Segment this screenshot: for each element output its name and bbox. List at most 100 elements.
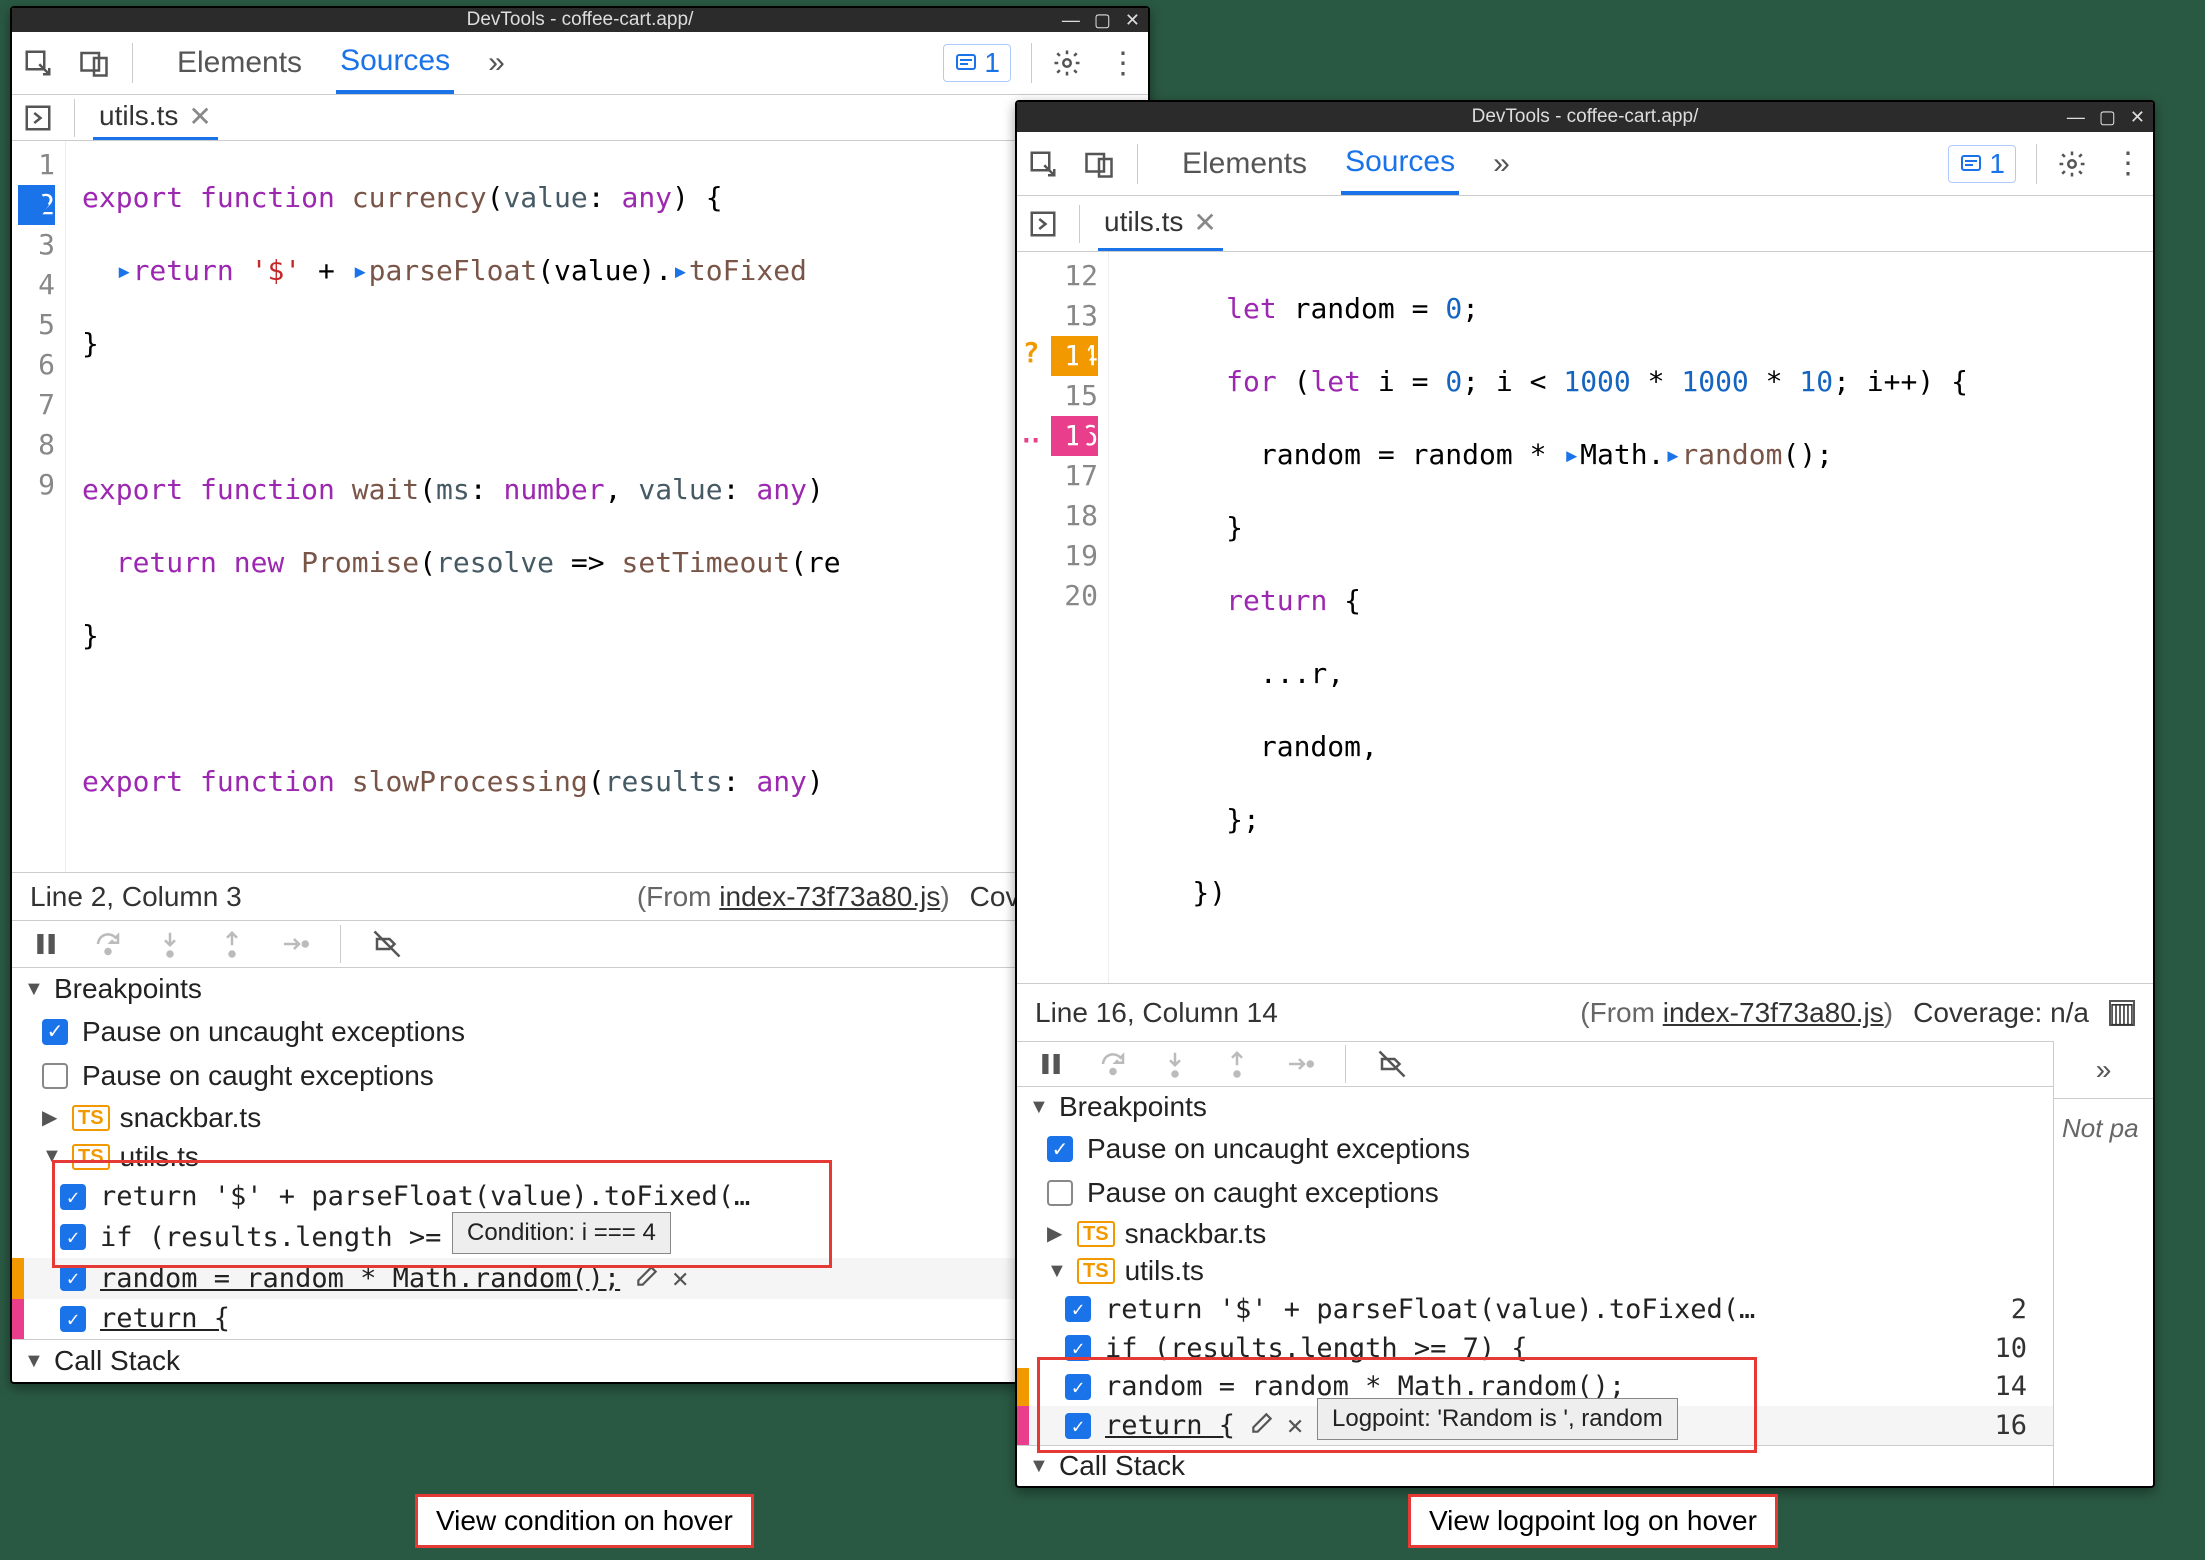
callstack-section[interactable]: ▼ Call Stack xyxy=(12,1339,1148,1382)
close-tab-icon[interactable]: ✕ xyxy=(188,100,211,133)
debugger-controls xyxy=(12,920,1148,968)
coverage-icon[interactable]: ▥ xyxy=(2109,1000,2135,1026)
minimize-icon[interactable]: — xyxy=(2067,107,2085,128)
chevron-down-icon: ▼ xyxy=(1029,1096,1049,1119)
code-area[interactable]: export function currency(value: any) { ▸… xyxy=(66,141,841,872)
breakpoint-row[interactable]: ✓ return '$' + parseFloat(value).toFixed… xyxy=(1017,1290,2053,1329)
checkbox-empty-icon[interactable]: ✓ xyxy=(1047,1180,1073,1206)
breakpoint-marker: 2 xyxy=(18,185,55,225)
step-over-icon[interactable] xyxy=(1097,1048,1129,1080)
checkbox-empty-icon[interactable]: ✓ xyxy=(42,1063,68,1089)
checkbox-checked-icon[interactable]: ✓ xyxy=(1065,1335,1091,1361)
checkbox-checked-icon[interactable]: ✓ xyxy=(60,1184,86,1210)
delete-icon[interactable]: ✕ xyxy=(672,1263,688,1294)
pause-icon[interactable] xyxy=(1035,1048,1067,1080)
logpoint-mark: ‥ xyxy=(1017,412,1045,452)
breakpoint-row[interactable]: ✓ return '$' + parseFloat(value).toFixed… xyxy=(12,1176,1148,1217)
source-map-link[interactable]: index-73f73a80.js xyxy=(719,881,940,912)
logpoint-tooltip: Logpoint: 'Random is ', random xyxy=(1317,1398,1678,1440)
nav-pane-icon[interactable] xyxy=(20,100,56,136)
breakpoints-section[interactable]: ▼ Breakpoints xyxy=(1017,1086,2053,1127)
nav-pane-icon[interactable] xyxy=(1025,206,1061,242)
expand-pane-icon[interactable]: » xyxy=(2096,1054,2112,1086)
checkbox-checked-icon[interactable]: ✓ xyxy=(60,1306,86,1332)
status-bar: Line 16, Column 14 (From index-73f73a80.… xyxy=(1017,983,2153,1041)
pause-uncaught-row[interactable]: ✓ Pause on uncaught exceptions xyxy=(1017,1127,2053,1171)
maximize-icon[interactable]: ▢ xyxy=(2099,107,2116,128)
pause-icon[interactable] xyxy=(30,928,62,960)
tab-sources[interactable]: Sources xyxy=(336,32,454,94)
not-paused-label: Not pa xyxy=(2054,1099,2153,1158)
edit-icon[interactable] xyxy=(634,1263,660,1294)
file-group-utils[interactable]: ▼ TS utils.ts xyxy=(12,1137,1148,1176)
editor[interactable]: 1 2 3 4 5 6 7 8 9 export function curren… xyxy=(12,141,1148,872)
close-icon[interactable]: ✕ xyxy=(1125,10,1140,31)
checkbox-checked-icon[interactable]: ✓ xyxy=(1065,1374,1091,1400)
issues-chip[interactable]: 1 xyxy=(943,44,1011,82)
tab-sources[interactable]: Sources xyxy=(1341,133,1459,195)
step-icon[interactable] xyxy=(1283,1048,1315,1080)
more-icon[interactable]: ⋮ xyxy=(2111,146,2145,181)
condition-tooltip: Condition: i === 4 xyxy=(452,1212,671,1254)
more-icon[interactable]: ⋮ xyxy=(1106,46,1140,81)
device-icon[interactable] xyxy=(76,45,112,81)
checkbox-checked-icon[interactable]: ✓ xyxy=(60,1224,86,1250)
file-tab[interactable]: utils.ts ✕ xyxy=(1098,196,1223,251)
editor[interactable]: ? ‥ 12 13 14 15 16 17 18 19 20 let rando… xyxy=(1017,252,2153,983)
inspect-icon[interactable] xyxy=(20,45,56,81)
delete-icon[interactable]: ✕ xyxy=(1287,1410,1303,1441)
file-group-utils[interactable]: ▼ TS utils.ts xyxy=(1017,1252,2053,1289)
breakpoint-row[interactable]: ✓ if (results.length >= 7) { 10 xyxy=(1017,1329,2053,1368)
checkbox-checked-icon[interactable]: ✓ xyxy=(1065,1296,1091,1322)
titlebar: DevTools - coffee-cart.app/ — ▢ ✕ xyxy=(1017,102,2153,132)
deactivate-breakpoints-icon[interactable] xyxy=(1376,1048,1408,1080)
edit-icon[interactable] xyxy=(1249,1410,1275,1441)
tab-elements[interactable]: Elements xyxy=(1178,135,1311,193)
file-group-snackbar[interactable]: ▶ TS snackbar.ts xyxy=(1017,1215,2053,1252)
code-area[interactable]: let random = 0; for (let i = 0; i < 1000… xyxy=(1109,252,1968,983)
step-out-icon[interactable] xyxy=(1221,1048,1253,1080)
chevron-down-icon: ▼ xyxy=(1029,1455,1049,1478)
checkbox-checked-icon[interactable]: ✓ xyxy=(1065,1413,1091,1439)
file-tab[interactable]: utils.ts ✕ xyxy=(93,95,218,140)
minimize-icon[interactable]: — xyxy=(1062,10,1080,31)
logpoint-marker: 16 xyxy=(1051,416,1098,456)
checkbox-checked-icon[interactable]: ✓ xyxy=(1047,1136,1073,1162)
deactivate-breakpoints-icon[interactable] xyxy=(371,928,403,960)
tab-overflow[interactable]: » xyxy=(484,34,509,92)
ts-file-icon: TS xyxy=(1077,1258,1115,1284)
checkbox-checked-icon[interactable]: ✓ xyxy=(60,1265,86,1291)
step-into-icon[interactable] xyxy=(1159,1048,1191,1080)
inspect-icon[interactable] xyxy=(1025,146,1061,182)
gutter[interactable]: 1 2 3 4 5 6 7 8 9 xyxy=(12,141,66,872)
issues-chip[interactable]: 1 xyxy=(1948,145,2016,183)
callstack-section[interactable]: ▼ Call Stack xyxy=(1017,1445,2053,1486)
pause-caught-row[interactable]: ✓ Pause on caught exceptions xyxy=(1017,1171,2053,1215)
chevron-down-icon: ▼ xyxy=(24,1350,44,1373)
tab-overflow[interactable]: » xyxy=(1489,135,1514,193)
settings-icon[interactable] xyxy=(1052,48,1086,78)
titlebar: DevTools - coffee-cart.app/ — ▢ ✕ xyxy=(12,8,1148,32)
maximize-icon[interactable]: ▢ xyxy=(1094,10,1111,31)
debugger-controls xyxy=(1017,1041,2053,1086)
breakpoint-row[interactable]: ✓ return { 16 xyxy=(12,1299,1148,1340)
checkbox-checked-icon[interactable]: ✓ xyxy=(42,1019,68,1045)
gutter[interactable]: 12 13 14 15 16 17 18 19 20 xyxy=(1045,252,1109,983)
source-map-link[interactable]: index-73f73a80.js xyxy=(1663,997,1884,1028)
device-icon[interactable] xyxy=(1081,146,1117,182)
settings-icon[interactable] xyxy=(2057,149,2091,179)
file-group-snackbar[interactable]: ▶ TS snackbar.ts xyxy=(12,1098,1148,1137)
tab-elements[interactable]: Elements xyxy=(173,34,306,92)
close-icon[interactable]: ✕ xyxy=(2130,107,2145,128)
pause-caught-row[interactable]: ✓ Pause on caught exceptions xyxy=(12,1054,1148,1098)
pause-uncaught-row[interactable]: ✓ Pause on uncaught exceptions xyxy=(12,1010,1148,1054)
chevron-down-icon: ▼ xyxy=(24,978,44,1001)
step-into-icon[interactable] xyxy=(154,928,186,960)
breakpoint-row-hover[interactable]: ✓ random = random * Math.random(); ✕ 14 xyxy=(12,1258,1148,1299)
step-out-icon[interactable] xyxy=(216,928,248,960)
close-tab-icon[interactable]: ✕ xyxy=(1193,206,1216,239)
ts-file-icon: TS xyxy=(72,1144,110,1170)
breakpoints-section[interactable]: ▼ Breakpoints xyxy=(12,967,1148,1010)
step-icon[interactable] xyxy=(278,928,310,960)
step-over-icon[interactable] xyxy=(92,928,124,960)
